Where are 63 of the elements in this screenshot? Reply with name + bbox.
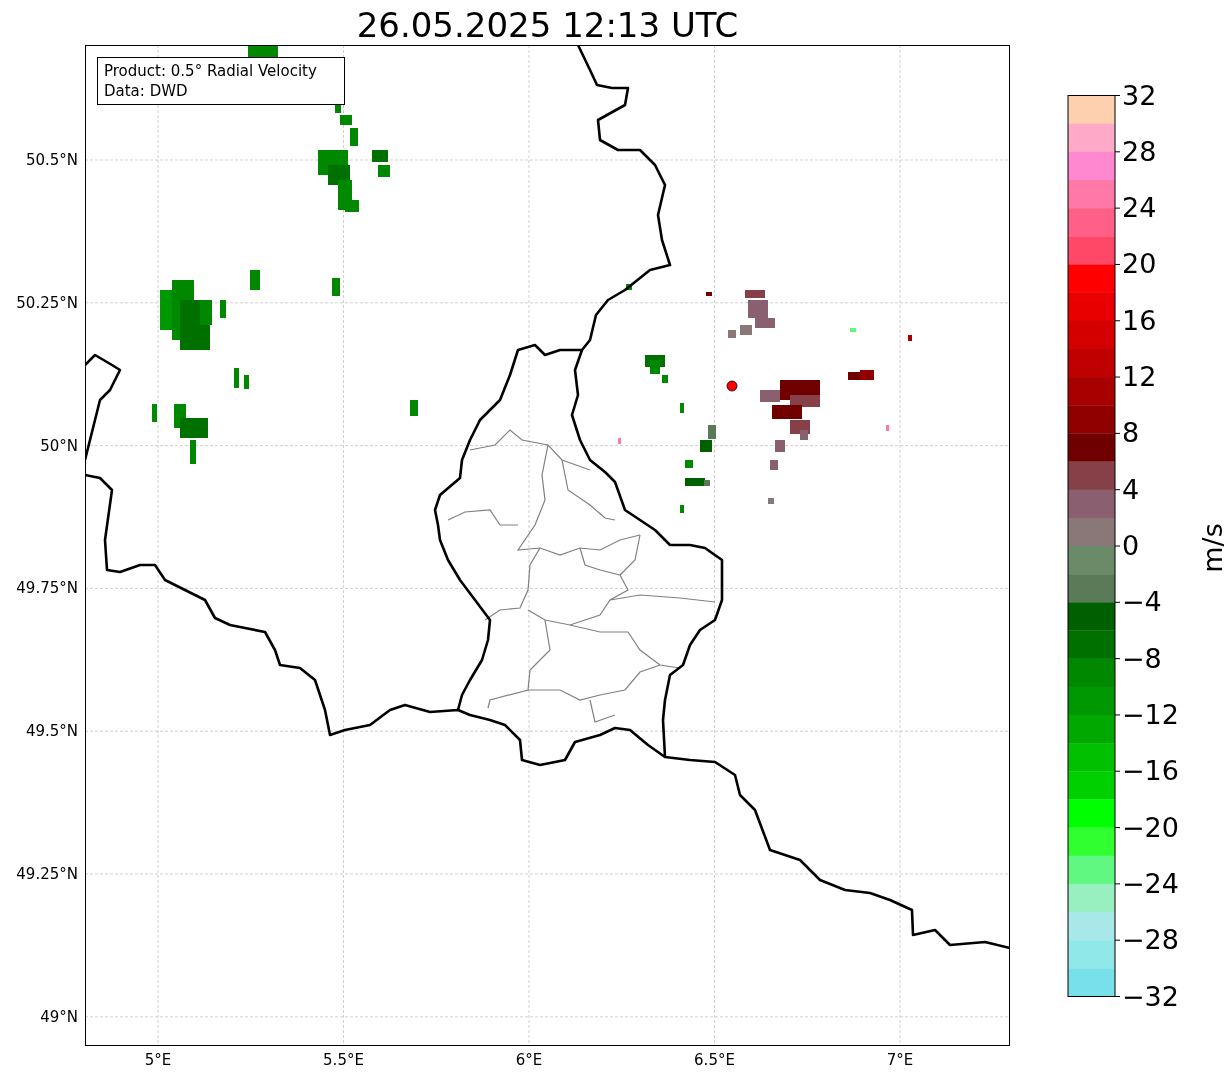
colorbar-tick-label: 28 — [1122, 136, 1157, 167]
radar-echo — [190, 440, 196, 464]
colorbar-tick-label: 24 — [1122, 193, 1157, 224]
x-tick-label: 7°E — [885, 1050, 915, 1070]
radar-echo — [372, 150, 388, 162]
radar-echo — [768, 498, 774, 504]
colorbar-tick-label: 8 — [1122, 418, 1140, 449]
radar-echo — [626, 284, 632, 290]
x-tick-label: 6°E — [514, 1050, 544, 1070]
y-tick-label: 50°N — [39, 435, 78, 456]
radar-echo — [340, 115, 352, 125]
radar-echo — [662, 375, 668, 383]
colorbar-tick-label: −28 — [1122, 925, 1179, 956]
radar-echo — [680, 403, 684, 413]
colorbar-tick-label: −20 — [1122, 812, 1179, 843]
y-tick-label: 49.5°N — [24, 721, 78, 742]
y-tick-label: 50.25°N — [15, 292, 78, 313]
radar-echo — [410, 400, 418, 416]
colorbar-tick-label: −4 — [1122, 587, 1162, 618]
colorbar-tick-label: 0 — [1122, 531, 1140, 561]
colorbar-tick-label: −16 — [1122, 756, 1179, 787]
colorbar-tick-label: 4 — [1122, 474, 1140, 505]
radar-echo — [770, 460, 778, 470]
radar-echo — [745, 290, 765, 298]
radar-echo — [152, 404, 157, 422]
x-tick-label: 6.5°E — [693, 1050, 736, 1070]
colorbar-tick-label: 20 — [1122, 249, 1157, 280]
colorbar-tick-label: −8 — [1122, 643, 1162, 674]
radar-echo — [850, 328, 856, 332]
radar-echo — [378, 165, 390, 177]
colorbar-tick-label: 12 — [1122, 362, 1157, 393]
radar-echo — [220, 300, 226, 318]
radar-echo — [244, 375, 249, 389]
colorbar-tick-label: −32 — [1122, 981, 1179, 1012]
radar-echo — [860, 370, 874, 380]
radar-echo — [886, 425, 889, 431]
legend-text: Data: DWD — [104, 81, 189, 101]
radar-echo — [234, 368, 239, 388]
colorbar-label: m/s — [1196, 523, 1225, 573]
x-tick-label: 5°E — [143, 1050, 173, 1070]
radar-echo — [706, 292, 712, 296]
radar-echo — [250, 270, 260, 290]
legend-text: Product: 0.5° Radial Velocity — [104, 61, 318, 81]
radar-echo — [332, 278, 340, 296]
chart-title: 26.05.2025 12:13 UTC — [355, 4, 740, 46]
y-tick-label: 50.5°N — [24, 150, 78, 170]
radar-echo — [728, 330, 736, 338]
radar-site-marker — [726, 380, 738, 392]
colorbar-tick-label: 16 — [1122, 305, 1157, 336]
colorbar-tick-label: −24 — [1122, 868, 1179, 899]
radar-echo — [775, 440, 785, 452]
x-tick-label: 5.5°E — [322, 1050, 365, 1070]
y-tick-label: 49.75°N — [15, 578, 78, 599]
radar-echo — [618, 438, 621, 444]
colorbar-tick-label: −12 — [1122, 699, 1179, 730]
y-tick-label: 49.25°N — [15, 864, 78, 884]
radar-echo — [685, 460, 693, 468]
y-tick-label: 49°N — [39, 1006, 78, 1027]
colorbar-tick-label: 32 — [1122, 80, 1157, 111]
radar-echo — [680, 505, 684, 513]
radar-echo — [908, 335, 912, 341]
radar-echo — [350, 128, 358, 146]
radar-echo — [740, 325, 752, 335]
